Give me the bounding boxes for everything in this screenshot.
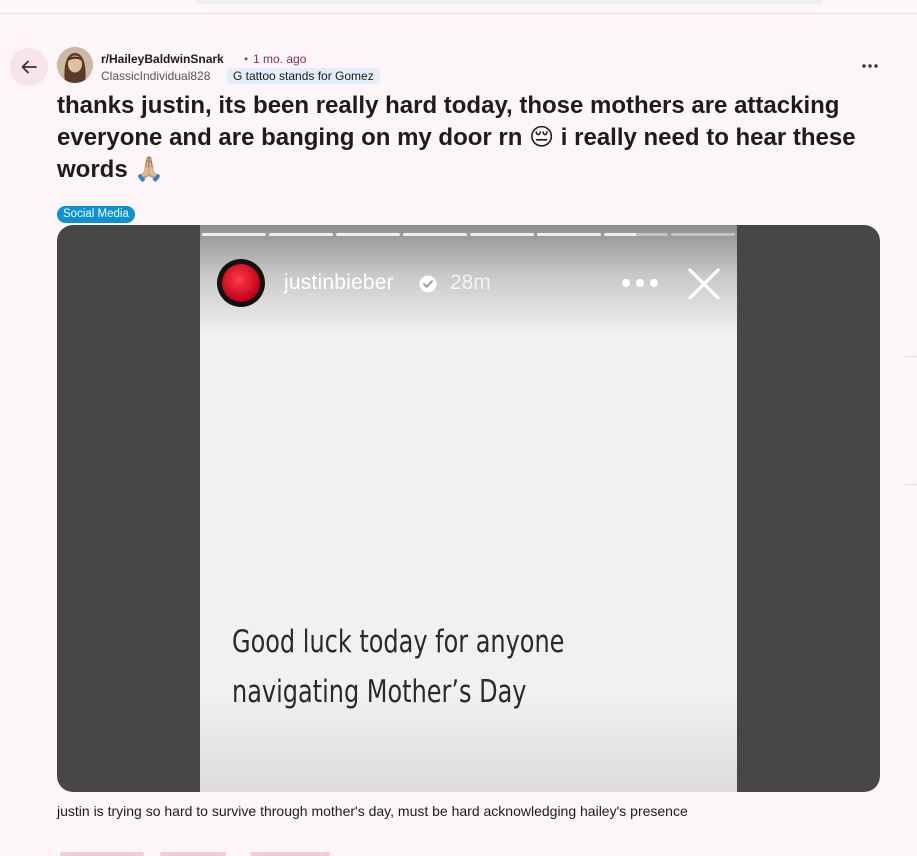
meta-separator: • [244,52,249,66]
story-progress-segment [604,233,668,236]
post-timestamp: 1 mo. ago [253,52,307,66]
story-more-icon [622,279,658,287]
subreddit-name[interactable]: r/HaileyBaldwinSnark [101,52,224,66]
story-progress-segment [269,233,333,236]
story-progress-segment [537,233,601,236]
header-divider [0,13,917,14]
story-progress-bars [202,233,735,237]
verified-badge-icon [419,275,437,293]
instagram-story-screenshot: justinbieber 28m Good luck today for any… [200,225,737,792]
action-button-hint[interactable] [250,852,330,856]
subreddit-avatar[interactable] [57,47,93,83]
story-progress-segment [202,233,266,236]
story-text: Good luck today for anyone navigating Mo… [232,624,565,710]
praying-hands-emoji: 🙏🏼 [134,156,165,183]
sidebar-divider [905,484,917,485]
post-more-button[interactable] [856,56,884,76]
story-username: justinbieber [284,271,394,294]
story-progress-segment [336,233,400,236]
more-horizontal-icon [862,64,878,68]
author-username[interactable]: ClassicIndividual828 [101,69,210,83]
close-icon [688,268,720,300]
arrow-left-icon [21,60,37,74]
story-progress-segment [403,233,467,236]
pensive-emoji: 😔 [529,124,555,151]
action-button-hint[interactable] [60,852,144,856]
action-button-hint[interactable] [160,852,226,856]
post-flair-tag[interactable]: Social Media [57,206,135,223]
search-bar-edge[interactable] [195,0,823,4]
story-progress-segment [671,233,735,236]
back-button[interactable] [10,48,48,86]
story-progress-segment [470,233,534,236]
user-flair: G tattoo stands for Gomez [227,68,380,84]
avatar-image [57,47,93,83]
post-title: thanks justin, its been really hard toda… [57,90,857,186]
post-body-text: justin is trying so hard to survive thro… [57,803,688,819]
sidebar-divider [905,356,917,357]
post-media[interactable]: justinbieber 28m Good luck today for any… [57,225,880,792]
story-timestamp: 28m [450,271,491,294]
story-avatar [217,259,265,307]
